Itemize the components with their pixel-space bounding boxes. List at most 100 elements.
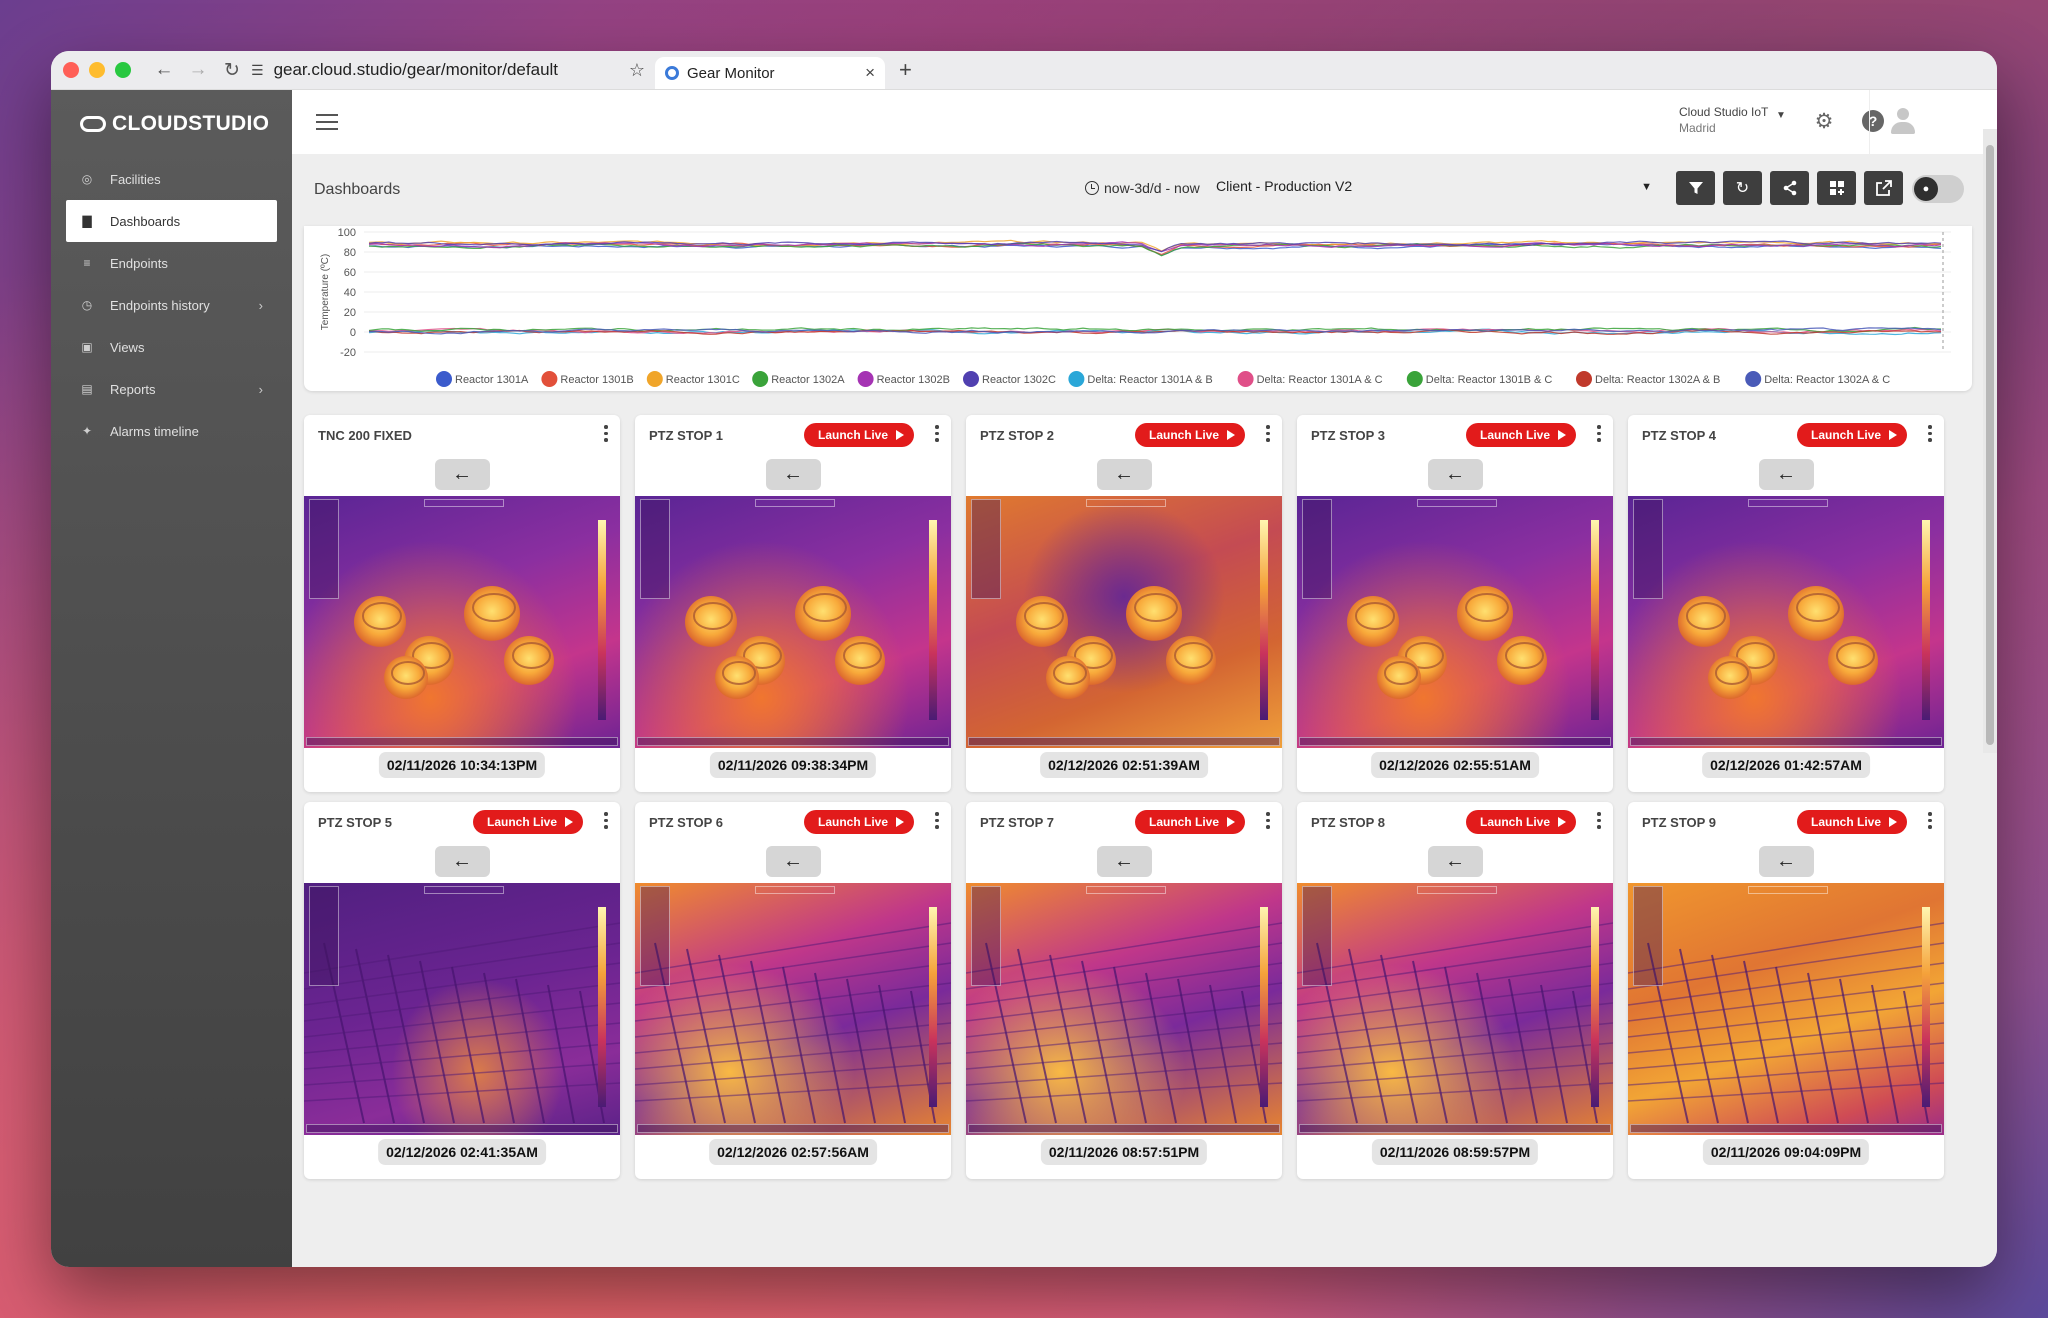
back-arrow-button[interactable]: ←	[1758, 459, 1814, 490]
account-menu[interactable]: Cloud Studio IoT Madrid	[1679, 104, 1768, 136]
launch-live-button[interactable]: Launch Live	[1465, 810, 1576, 834]
close-window-button[interactable]	[63, 62, 79, 78]
legend-item[interactable]: Reactor 1301B	[541, 371, 634, 387]
legend-item[interactable]: Delta: Reactor 1302A & B	[1576, 371, 1720, 387]
thermal-overlay-botbar	[1299, 1124, 1611, 1133]
legend-item[interactable]: Reactor 1302C	[963, 371, 1056, 387]
back-arrow-button[interactable]: ←	[1758, 846, 1814, 877]
thermal-image[interactable]	[635, 496, 951, 748]
thermal-image[interactable]	[1297, 883, 1613, 1135]
address-bar[interactable]: ☰ gear.cloud.studio/gear/monitor/default…	[245, 51, 655, 90]
legend-item[interactable]: Reactor 1302A	[752, 371, 845, 387]
reload-icon[interactable]: ↻	[219, 57, 245, 83]
kebab-menu-icon[interactable]	[1597, 425, 1601, 442]
image-icon: ▣	[81, 340, 93, 354]
sidebar-item-reports[interactable]: ▤ Reports ›	[66, 368, 277, 410]
refresh-button[interactable]: ↻	[1723, 171, 1762, 205]
back-arrow-icon[interactable]: ←	[151, 57, 177, 83]
kebab-menu-icon[interactable]	[935, 812, 939, 829]
thermal-image[interactable]	[966, 883, 1282, 1135]
thermal-overlay-botbar	[968, 737, 1280, 746]
thermal-overlay-topbar-t	[424, 499, 504, 507]
back-arrow-button[interactable]: ←	[434, 846, 490, 877]
thermal-image[interactable]	[1297, 496, 1613, 748]
structure-lines	[1297, 922, 1613, 1124]
thermal-image[interactable]	[1628, 496, 1944, 748]
hamburger-menu-icon[interactable]	[316, 114, 338, 130]
kebab-menu-icon[interactable]	[1266, 812, 1270, 829]
avatar-button[interactable]	[1869, 90, 1935, 154]
kebab-menu-icon[interactable]	[604, 425, 608, 442]
camera-title: PTZ STOP 5	[318, 814, 392, 830]
legend-item[interactable]: Delta: Reactor 1301A & C	[1237, 371, 1383, 387]
back-arrow-button[interactable]: ←	[1096, 846, 1152, 877]
time-range-picker[interactable]: now-3d/d - now	[1085, 180, 1200, 196]
legend-item[interactable]: Reactor 1301C	[646, 371, 740, 387]
sidebar-item-facilities[interactable]: ◎ Facilities	[66, 158, 277, 200]
browser-tab[interactable]: Gear Monitor ×	[655, 57, 885, 89]
dashboard-select[interactable]: Client - Production V2 ▼	[1216, 178, 1652, 194]
legend-swatch	[752, 371, 769, 387]
kebab-menu-icon[interactable]	[1266, 425, 1270, 442]
open-external-button[interactable]	[1864, 171, 1903, 205]
gear-icon[interactable]: ⚙	[1813, 110, 1835, 133]
filter-button[interactable]	[1676, 171, 1715, 205]
widgets-icon	[1829, 181, 1844, 195]
thermal-image[interactable]	[304, 883, 620, 1135]
brand-logo[interactable]: CLOUDSTUDIO	[51, 90, 292, 158]
legend-item[interactable]: Delta: Reactor 1301B & C	[1406, 371, 1553, 387]
thermal-image[interactable]	[304, 496, 620, 748]
launch-live-button[interactable]: Launch Live	[472, 810, 583, 834]
capture-timestamp: 02/11/2026 08:59:57PM	[1371, 1139, 1539, 1165]
share-button[interactable]	[1770, 171, 1809, 205]
lock-toggle[interactable]: ●	[1912, 175, 1964, 203]
back-arrow-button[interactable]: ←	[434, 459, 490, 490]
kebab-menu-icon[interactable]	[1597, 812, 1601, 829]
sidebar-item-views[interactable]: ▣ Views	[66, 326, 277, 368]
site-settings-icon[interactable]: ☰	[251, 62, 264, 79]
play-icon	[1227, 430, 1235, 440]
thermal-image[interactable]	[966, 496, 1282, 748]
new-tab-icon[interactable]: +	[899, 57, 912, 83]
scrollbar-thumb[interactable]	[1986, 145, 1994, 745]
launch-live-button[interactable]: Launch Live	[803, 423, 914, 447]
kebab-menu-icon[interactable]	[1928, 812, 1932, 829]
launch-live-button[interactable]: Launch Live	[1134, 423, 1245, 447]
kebab-menu-icon[interactable]	[604, 812, 608, 829]
kebab-menu-icon[interactable]	[935, 425, 939, 442]
minimize-window-button[interactable]	[89, 62, 105, 78]
thermal-image[interactable]	[1628, 883, 1944, 1135]
launch-live-button[interactable]: Launch Live	[1796, 810, 1907, 834]
back-arrow-button[interactable]: ←	[1427, 846, 1483, 877]
sidebar-item-alarms-timeline[interactable]: ✦ Alarms timeline	[66, 410, 277, 452]
sidebar-item-endpoints-history[interactable]: ◷ Endpoints history ›	[66, 284, 277, 326]
launch-live-button[interactable]: Launch Live	[1465, 423, 1576, 447]
structure-line	[547, 984, 575, 1124]
close-tab-icon[interactable]: ×	[865, 63, 875, 83]
chevron-down-icon[interactable]: ▼	[1776, 110, 1786, 121]
scrollbar[interactable]	[1983, 129, 1997, 753]
legend-item[interactable]: Reactor 1301A	[436, 371, 529, 387]
launch-live-button[interactable]: Launch Live	[1796, 423, 1907, 447]
back-arrow-button[interactable]: ←	[1427, 459, 1483, 490]
launch-live-button[interactable]: Launch Live	[803, 810, 914, 834]
legend-item[interactable]: Reactor 1302B	[857, 371, 950, 387]
kebab-menu-icon[interactable]	[1928, 425, 1932, 442]
sidebar-item-dashboards[interactable]: ▇ Dashboards	[66, 200, 277, 242]
forward-arrow-icon[interactable]: →	[185, 57, 211, 83]
structure-line	[1297, 1042, 1613, 1070]
legend-item[interactable]: Delta: Reactor 1301A & B	[1068, 371, 1213, 387]
thermal-image[interactable]	[635, 883, 951, 1135]
sidebar-item-endpoints[interactable]: ≡ Endpoints	[66, 242, 277, 284]
back-arrow-button[interactable]: ←	[765, 459, 821, 490]
launch-live-button[interactable]: Launch Live	[1134, 810, 1245, 834]
back-arrow-button[interactable]: ←	[1096, 459, 1152, 490]
back-arrow-button[interactable]: ←	[765, 846, 821, 877]
capture-timestamp: 02/12/2026 02:55:51AM	[1371, 752, 1539, 778]
play-icon	[1558, 430, 1566, 440]
sidebar-item-label: Facilities	[110, 171, 161, 187]
add-widget-button[interactable]	[1817, 171, 1856, 205]
bookmark-star-icon[interactable]: ☆	[629, 60, 645, 81]
maximize-window-button[interactable]	[115, 62, 131, 78]
legend-item[interactable]: Delta: Reactor 1302A & C	[1745, 371, 1890, 387]
